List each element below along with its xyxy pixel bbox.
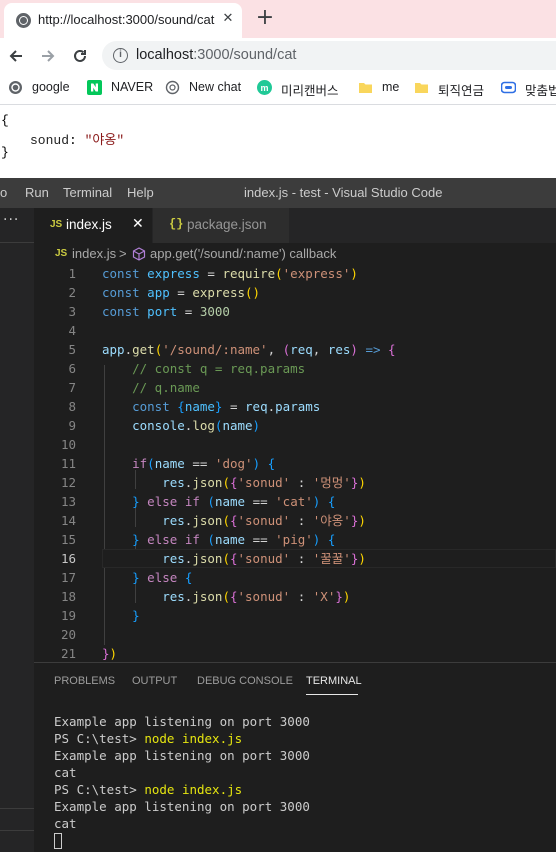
naver-icon: [87, 80, 102, 95]
tab-index-js[interactable]: JS index.js ✕: [34, 208, 152, 243]
browser-tab-active[interactable]: http://localhost:3000/sound/cat ✕: [4, 3, 242, 38]
tab-label: index.js: [66, 217, 112, 232]
globe-icon: [9, 81, 22, 94]
globe-icon: [16, 13, 31, 28]
bottom-panel: PROBLEMS OUTPUT DEBUG CONSOLE TERMINAL E…: [34, 663, 556, 852]
code-line: 20: [60, 627, 76, 642]
tab-label: package.json: [187, 217, 267, 232]
close-icon[interactable]: ✕: [132, 216, 144, 232]
url-text[interactable]: localhost:3000/sound/cat: [136, 47, 296, 63]
explorer-sidebar: ···: [0, 208, 34, 852]
browser-toolbar: i localhost:3000/sound/cat: [0, 38, 556, 73]
miricanvas-icon: m: [257, 80, 272, 95]
menu-item-run[interactable]: Run: [25, 185, 49, 200]
tab-debug-console[interactable]: DEBUG CONSOLE: [197, 675, 293, 687]
breadcrumb-separator: >: [119, 246, 127, 261]
tab-output[interactable]: OUTPUT: [132, 675, 177, 687]
terminal-line: cat: [54, 816, 77, 831]
code-line: 15 } else if (name == 'pig') {: [60, 532, 336, 547]
sidebar-divider: [0, 808, 34, 809]
forward-arrow-icon[interactable]: [36, 44, 60, 68]
openai-icon: [165, 80, 180, 95]
terminal-line: PS C:\test> node index.js: [54, 731, 243, 746]
code-line: 1 const express = require('express'): [68, 266, 358, 281]
menu-item-help[interactable]: Help: [127, 185, 154, 200]
sidebar-divider: [0, 830, 34, 831]
folder-icon: [415, 83, 428, 93]
json-close-brace: }: [1, 145, 9, 160]
editor-tab-bar: JS index.js ✕ {} package.json: [34, 208, 556, 243]
code-line: 10: [60, 437, 76, 452]
browser-tab-strip: http://localhost:3000/sound/cat ✕ +: [0, 0, 556, 38]
json-file-icon: {}: [169, 217, 184, 231]
code-line: 12 res.json({'sonud' : '멍멍'}): [60, 475, 366, 490]
address-bar[interactable]: i localhost:3000/sound/cat: [102, 41, 556, 70]
js-file-icon: JS: [55, 248, 68, 259]
code-line: 14 res.json({'sonud' : '야옹'}): [60, 513, 366, 528]
code-line: 9 console.log(name): [68, 418, 261, 433]
code-line: 4: [68, 323, 76, 338]
code-line: 17 } else {: [60, 570, 193, 585]
code-line: 19 }: [60, 608, 140, 623]
code-line: 11 if(name == 'dog') {: [60, 456, 276, 471]
active-tab-underline: [306, 694, 358, 695]
breadcrumb-file[interactable]: index.js: [72, 246, 116, 261]
info-icon[interactable]: i: [113, 48, 128, 63]
code-line: 18 res.json({'sonud' : 'X'}): [60, 589, 351, 604]
tab-problems[interactable]: PROBLEMS: [54, 675, 115, 687]
new-tab-button[interactable]: +: [253, 6, 277, 30]
menu-item-terminal[interactable]: Terminal: [63, 185, 112, 200]
json-entry: sonud: "야옹": [30, 133, 125, 148]
more-actions-icon[interactable]: ···: [3, 212, 19, 228]
terminal-line: Example app listening on port 3000: [54, 799, 310, 814]
terminal-line: Example app listening on port 3000: [54, 714, 310, 729]
breadcrumb: JS index.js > app.get('/sound/:name') ca…: [34, 243, 556, 265]
code-line: 13 } else if (name == 'cat') {: [60, 494, 336, 509]
tab-package-json[interactable]: {} package.json: [153, 208, 289, 243]
code-line: 6 // const q = req.params: [68, 361, 306, 376]
reload-icon[interactable]: [68, 44, 92, 68]
close-tab-icon[interactable]: ✕: [218, 9, 238, 29]
code-line: 3 const port = 3000: [68, 304, 230, 319]
code-line: 2 const app = express(): [68, 285, 261, 300]
folder-icon: [359, 83, 372, 93]
code-line: 8 const {name} = req.params: [68, 399, 321, 414]
speller-icon: [501, 81, 516, 94]
terminal-line: Example app listening on port 3000: [54, 748, 310, 763]
vscode-titlebar: o Run Terminal Help index.js - test - Vi…: [0, 178, 556, 208]
terminal-line: cat: [54, 765, 77, 780]
method-cube-icon: [132, 247, 146, 261]
svg-text:m: m: [260, 83, 268, 93]
code-line: 5 app.get('/sound/:name', (req, res) => …: [68, 342, 396, 357]
menu-item-partial[interactable]: o: [0, 185, 7, 200]
back-arrow-icon[interactable]: [4, 44, 28, 68]
code-line: 7 // q.name: [68, 380, 200, 395]
tab-terminal[interactable]: TERMINAL: [306, 675, 362, 687]
terminal-line: PS C:\test> node index.js: [54, 782, 243, 797]
js-file-icon: JS: [50, 219, 63, 230]
terminal-cursor: [54, 833, 62, 849]
tab-title: http://localhost:3000/sound/cat: [38, 12, 215, 27]
sidebar-divider: [0, 242, 34, 243]
json-response-page: { sonud: "야옹" }: [0, 105, 556, 178]
code-line: 21 }): [60, 646, 118, 661]
breadcrumb-symbol[interactable]: app.get('/sound/:name') callback: [150, 246, 336, 261]
code-line-current: 16 res.json({'sonud' : '꿀꿀'}): [34, 549, 556, 568]
code-editor[interactable]: 1 const express = require('express') 2 c…: [34, 265, 556, 662]
window-title: index.js - test - Visual Studio Code: [244, 185, 443, 200]
bookmarks-bar: google NAVER New chat m 미리캔버스 me 퇴직연금 맞춤…: [0, 73, 556, 105]
json-open-brace: {: [1, 113, 9, 128]
